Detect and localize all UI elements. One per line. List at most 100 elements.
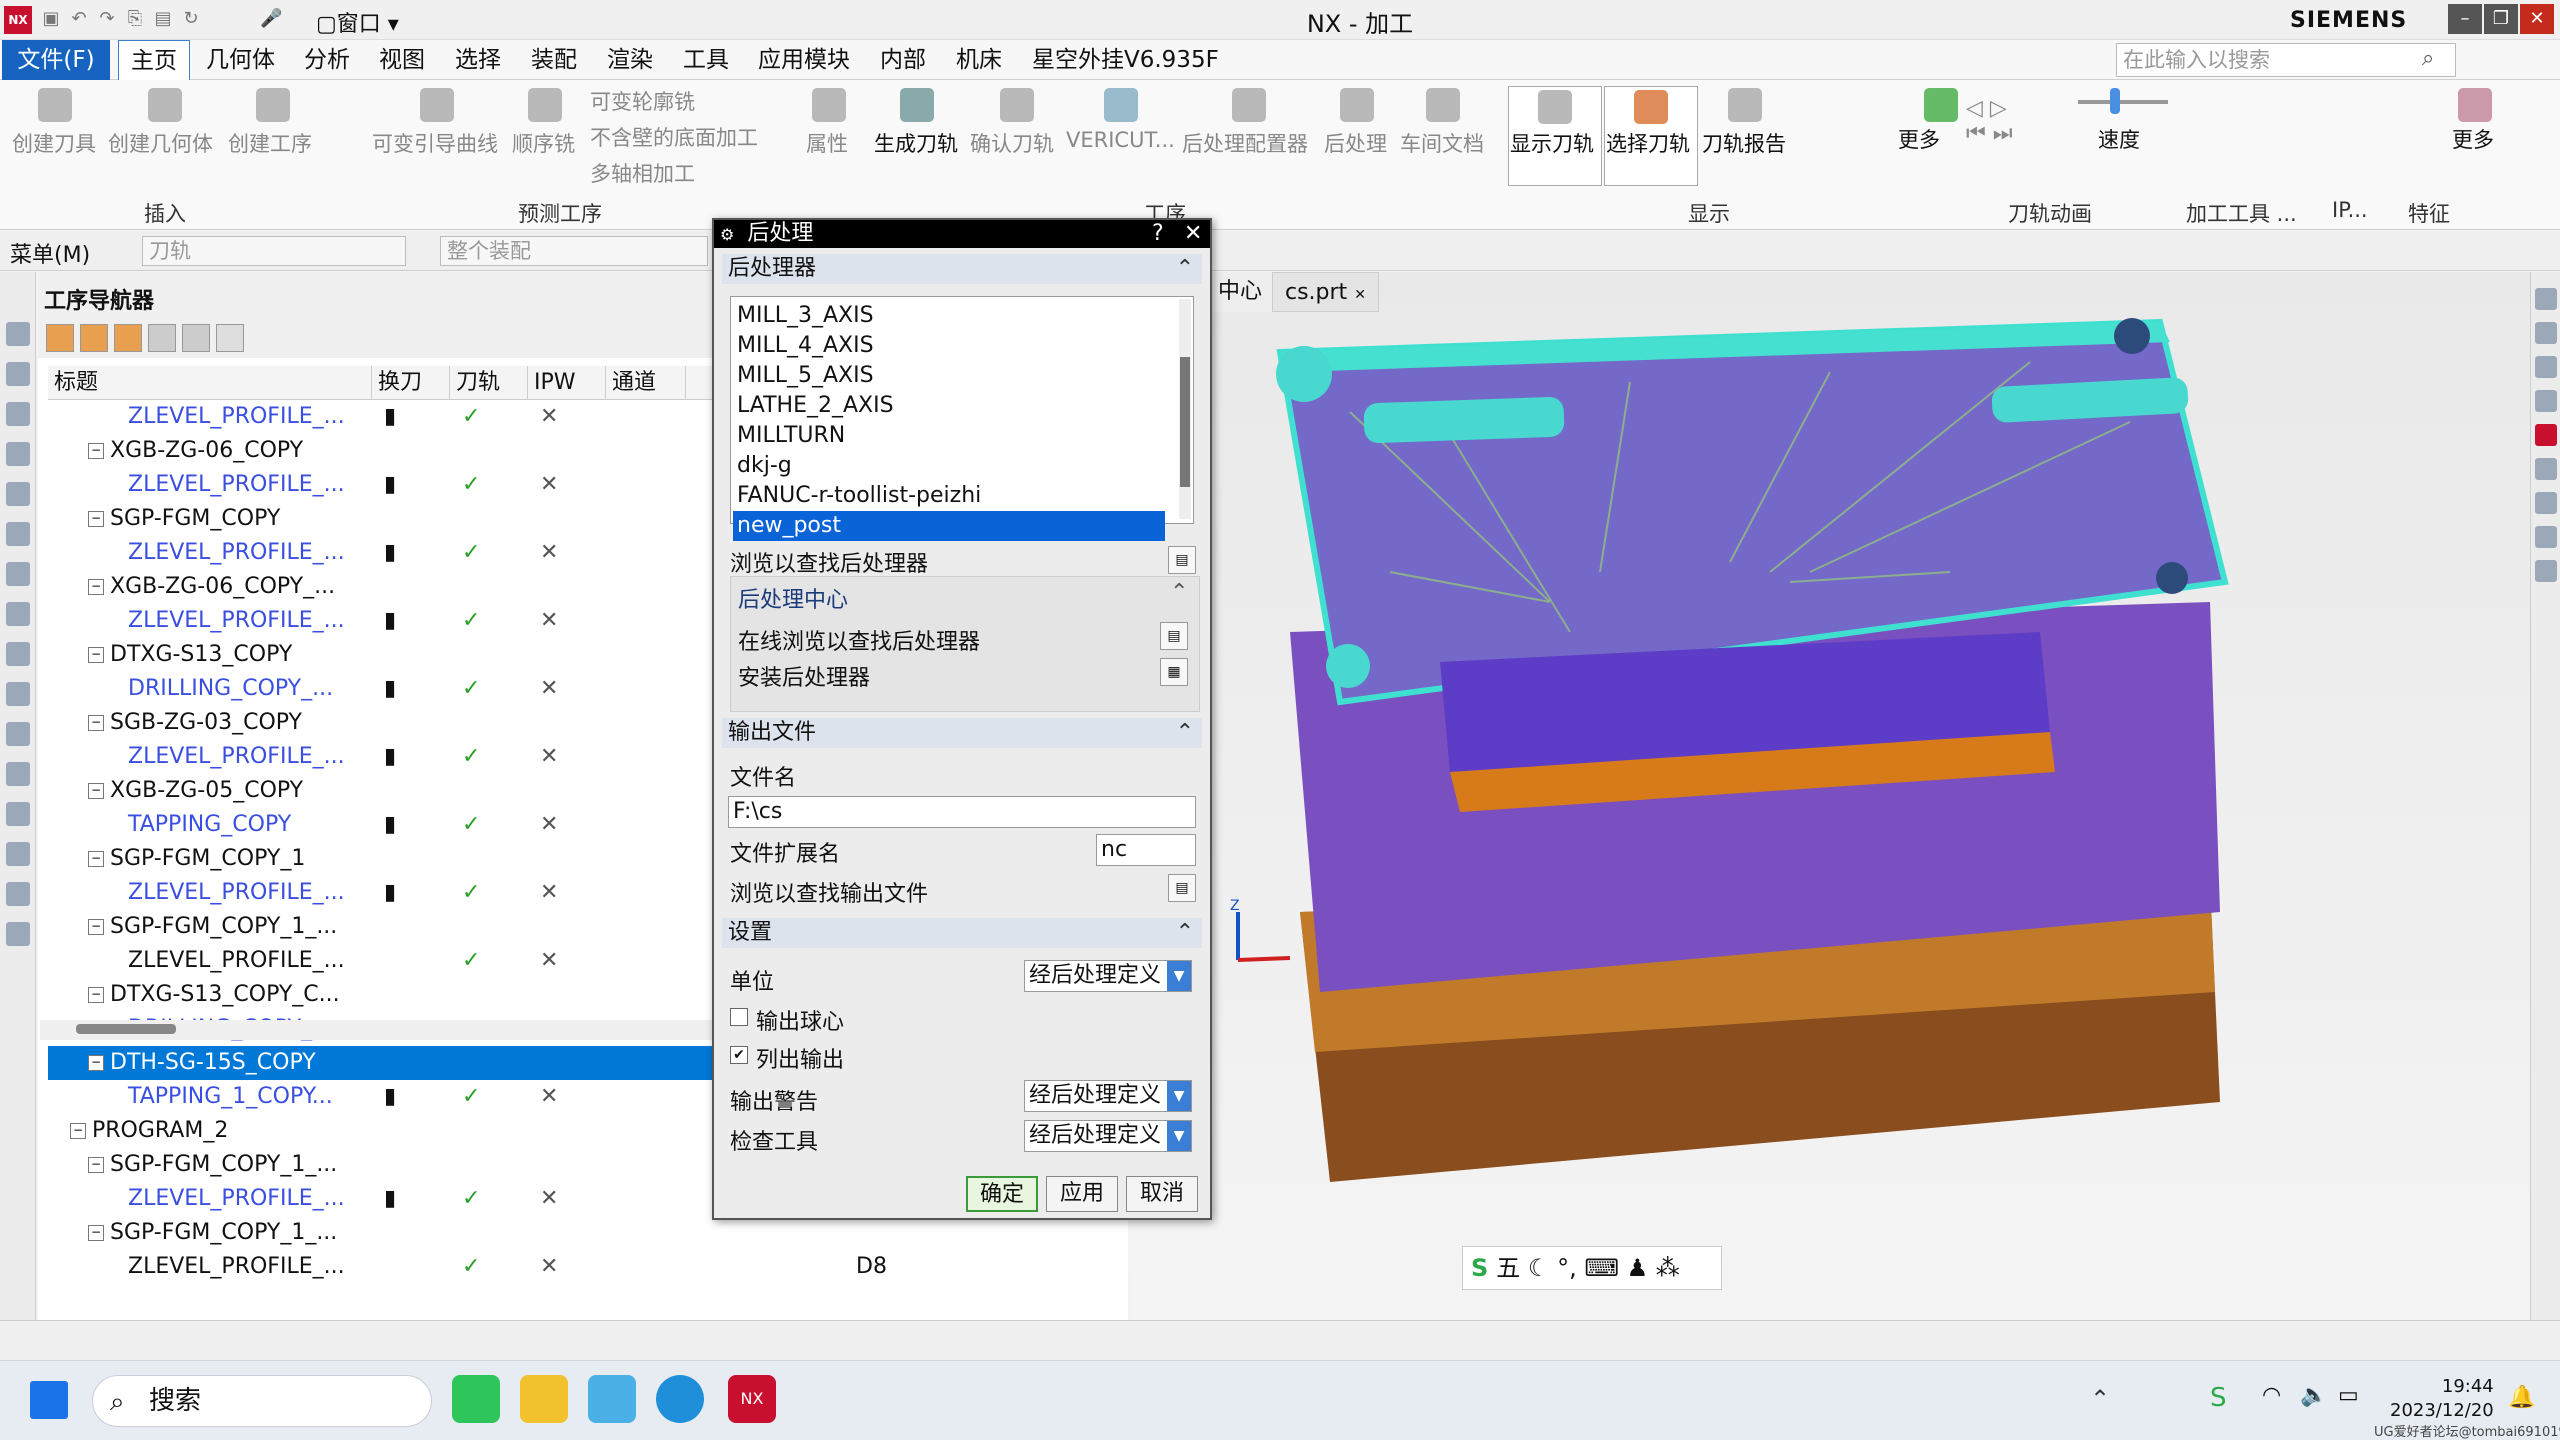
find-object-icon[interactable] [182, 324, 210, 352]
constraint-navigator-icon[interactable] [6, 482, 30, 506]
type-filter-combo[interactable]: 刀轨 [142, 236, 406, 266]
section-output-file[interactable]: 输出文件 ⌃ [722, 718, 1202, 748]
postprocessor-scroll-thumb[interactable] [1180, 357, 1190, 487]
mic-icon[interactable]: 🎤 [260, 8, 282, 30]
dialog-close-button[interactable]: ✕ [1184, 220, 1202, 248]
tab-geometry[interactable]: 几何体 [194, 40, 287, 80]
properties-panel-icon[interactable] [2535, 288, 2557, 310]
nav-row[interactable]: − SGP-FGM_COPY_1_... [48, 1216, 1128, 1250]
fit-view-icon[interactable] [2535, 492, 2557, 514]
taskbar-search[interactable]: 搜索 [92, 1375, 432, 1427]
postprocessor-item[interactable]: MILLTURN [733, 421, 1165, 451]
postprocessor-item[interactable]: new_post [733, 511, 1165, 541]
col-title[interactable]: 标题 [48, 366, 372, 400]
tree-collapse-icon[interactable]: − [88, 443, 104, 459]
shop-doc-button[interactable]: 车间文档 [1400, 128, 1484, 158]
report-icon[interactable] [2535, 458, 2557, 480]
tree-collapse-icon[interactable]: − [88, 1055, 104, 1071]
unit-dropdown[interactable]: 经后处理定义 ▼ [1024, 960, 1192, 992]
system-scenes-icon[interactable] [6, 722, 30, 746]
history-icon[interactable] [6, 602, 30, 626]
section-postprocessor[interactable]: 后处理器 ⌃ [722, 254, 1202, 284]
vericut-button[interactable]: VERICUT... [1066, 128, 1175, 152]
nx-icon[interactable] [2535, 424, 2557, 446]
variable-contour-mill-button[interactable]: 可变轮廓铣 [590, 86, 695, 116]
file-explorer-icon[interactable] [520, 1375, 568, 1423]
tab-tools[interactable]: 工具 [671, 40, 741, 80]
graphics-window[interactable]: Z [1130, 272, 2530, 1320]
postprocess-button[interactable]: 后处理 [1324, 128, 1387, 158]
tab-application[interactable]: 应用模块 [746, 40, 862, 80]
tab-assembly[interactable]: 装配 [519, 40, 589, 80]
tab-view[interactable]: 视图 [367, 40, 437, 80]
list-output-checkbox[interactable]: ✔ [730, 1046, 748, 1064]
layers-icon[interactable] [2535, 390, 2557, 412]
tree-collapse-icon[interactable]: − [88, 987, 104, 1003]
create-geometry-button[interactable]: 创建几何体 [108, 128, 213, 158]
tab-select[interactable]: 选择 [443, 40, 513, 80]
speed-slider-thumb[interactable] [2110, 88, 2120, 114]
col-ipw[interactable]: IPW [528, 366, 606, 400]
cancel-button[interactable]: 取消 [1126, 1176, 1198, 1212]
more-display-button[interactable]: 更多 [1898, 124, 1940, 154]
browse-post-button[interactable]: ▤ [1168, 546, 1196, 574]
tab-home[interactable]: 主页 [118, 40, 190, 81]
dialog-help-button[interactable]: ? [1152, 220, 1164, 248]
scope-combo[interactable]: 整个装配 [440, 236, 708, 266]
battery-icon[interactable]: ▭ [2338, 1383, 2359, 1408]
restore-button[interactable]: ❐ [2484, 4, 2518, 34]
tab-center[interactable]: 中心 [1206, 272, 1275, 312]
tree-collapse-icon[interactable]: − [88, 1225, 104, 1241]
select-toolpath-button[interactable]: 选择刀轨 [1606, 128, 1690, 158]
extension-input[interactable]: nc [1096, 834, 1196, 866]
install-post-button[interactable]: ▦ [1160, 658, 1188, 686]
nx-taskbar-icon[interactable]: NX [728, 1375, 776, 1423]
postprocessor-item[interactable]: LATHE_2_AXIS [733, 391, 1165, 421]
clock-icon[interactable] [6, 762, 30, 786]
verify-toolpath-button[interactable]: 确认刀轨 [970, 128, 1054, 158]
tools-icon[interactable] [6, 882, 30, 906]
tab-render[interactable]: 渲染 [595, 40, 665, 80]
machine-navigator-icon[interactable] [6, 362, 30, 386]
tree-collapse-icon[interactable]: − [88, 715, 104, 731]
app-icon[interactable] [588, 1375, 636, 1423]
wifi-icon[interactable]: ◠ [2262, 1383, 2281, 1408]
post-center-chevron-icon[interactable]: ⌃ [1170, 580, 1188, 605]
web-browser-icon[interactable] [6, 562, 30, 586]
postprocessor-item[interactable]: MILL_3_AXIS [733, 301, 1165, 331]
tree-collapse-icon[interactable]: − [88, 579, 104, 595]
operation-navigator-icon[interactable] [6, 322, 30, 346]
copy-icon[interactable]: ⎘ [124, 8, 146, 30]
toolpath-report-button[interactable]: 刀轨报告 [1702, 128, 1786, 158]
ime-toolbar[interactable]: S五 ☾ °, ⌨ ♟ ⁂ [1462, 1246, 1722, 1290]
feature-more-button[interactable]: 更多 [2452, 124, 2494, 154]
sequential-mill-button[interactable]: 顺序铣 [512, 128, 575, 158]
paste-icon[interactable]: ▤ [152, 8, 174, 30]
sogou-tray-icon[interactable]: S [2210, 1383, 2227, 1413]
tab-plugin[interactable]: 星空外挂V6.935F [1020, 40, 1231, 80]
method-view-icon[interactable] [148, 324, 176, 352]
tab-analysis[interactable]: 分析 [292, 40, 362, 80]
info-icon[interactable] [2535, 526, 2557, 548]
col-toolpath[interactable]: 刀轨 [450, 366, 528, 400]
tree-collapse-icon[interactable]: − [70, 1123, 86, 1139]
window-menu[interactable]: ▢窗口 ▾ [316, 6, 399, 38]
search-icon[interactable]: ⌕ [2422, 46, 2434, 71]
redo-icon[interactable]: ↷ [96, 8, 118, 30]
tab-machine[interactable]: 机床 [944, 40, 1014, 80]
create-operation-button[interactable]: 创建工序 [228, 128, 312, 158]
tray-chevron-icon[interactable]: ⌃ [2090, 1385, 2110, 1413]
postprocessor-item[interactable]: MILL_4_AXIS [733, 331, 1165, 361]
navigator-hscroll-thumb[interactable] [76, 1024, 176, 1034]
notification-icon[interactable]: 🔔 [2508, 1385, 2535, 1410]
collapse-icon[interactable] [216, 324, 244, 352]
geometry-view-icon[interactable] [114, 324, 142, 352]
ip-group-label[interactable]: IP... [2332, 198, 2368, 222]
assembly-navigator-icon[interactable] [6, 442, 30, 466]
online-browse-button[interactable]: ▤ [1160, 622, 1188, 650]
output-ball-checkbox[interactable] [730, 1008, 748, 1026]
microphone-icon[interactable] [2535, 560, 2557, 582]
edge-icon[interactable] [656, 1375, 704, 1423]
tab-cs-prt[interactable]: cs.prt ✕ [1272, 272, 1379, 312]
section-settings[interactable]: 设置 ⌃ [722, 918, 1202, 948]
